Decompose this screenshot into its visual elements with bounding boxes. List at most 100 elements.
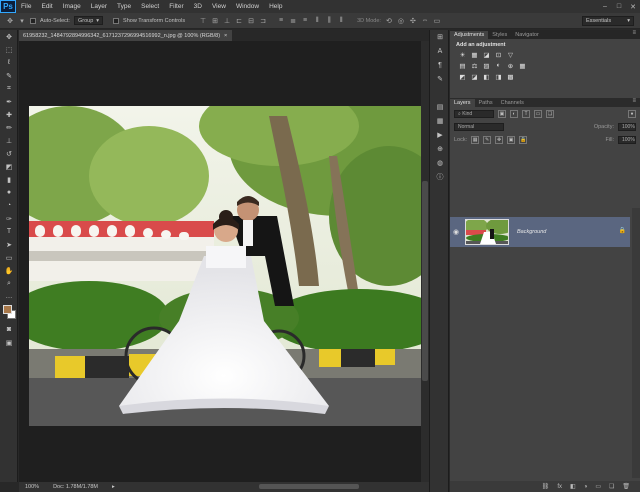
- distribute-top-icon[interactable]: ≡: [277, 17, 285, 25]
- 3d-roll-icon[interactable]: ◎: [397, 17, 405, 25]
- close-tab-icon[interactable]: ×: [224, 33, 227, 39]
- status-menu-arrow-icon[interactable]: ▸: [112, 484, 115, 490]
- lock-transparent-icon[interactable]: ▦: [471, 135, 480, 144]
- properties-panel-icon[interactable]: ▦: [430, 114, 450, 128]
- menu-window[interactable]: Window: [231, 3, 264, 10]
- tab-styles[interactable]: Styles: [488, 31, 511, 39]
- distribute-middle-icon[interactable]: ≣: [289, 17, 297, 25]
- menu-view[interactable]: View: [207, 3, 231, 10]
- new-group-icon[interactable]: ▭: [595, 483, 601, 490]
- align-top-icon[interactable]: ⊤: [199, 17, 207, 25]
- 3d-slide-icon[interactable]: ⇔: [421, 17, 429, 25]
- selective-color-icon[interactable]: ◨: [495, 73, 502, 81]
- distribute-right-icon[interactable]: ⫴: [337, 17, 345, 25]
- align-middle-icon[interactable]: ⊞: [211, 17, 219, 25]
- panel-menu-icon[interactable]: ≡: [632, 30, 636, 36]
- adjustment-layer-icon[interactable]: ◑: [584, 484, 588, 490]
- distribute-bottom-icon[interactable]: ≡: [301, 17, 309, 25]
- close-window-button[interactable]: ✕: [626, 0, 640, 13]
- 3d-drag-icon[interactable]: ✣: [409, 17, 417, 25]
- filter-type-icon[interactable]: T: [522, 109, 530, 118]
- tool-presets-icon[interactable]: ▤: [430, 100, 450, 114]
- move-tool-icon[interactable]: ✥: [0, 30, 18, 43]
- 3d-scale-icon[interactable]: ▭: [433, 17, 441, 25]
- menu-type[interactable]: Type: [112, 3, 136, 10]
- foreground-color-swatch[interactable]: [3, 305, 12, 314]
- auto-select-target-select[interactable]: Group ▾: [73, 16, 104, 25]
- dodge-tool-icon[interactable]: ◔: [0, 199, 18, 212]
- menu-layer[interactable]: Layer: [86, 3, 112, 10]
- type-tool-icon[interactable]: T: [0, 225, 18, 238]
- auto-select-checkbox[interactable]: [30, 17, 36, 24]
- zoom-level[interactable]: 100%: [25, 484, 39, 490]
- color-lookup-icon[interactable]: ▦: [519, 62, 526, 70]
- document-tab[interactable]: 61958232_1484792894996342_61712372969945…: [19, 30, 232, 41]
- lock-position-icon[interactable]: ✥: [495, 135, 504, 144]
- crop-tool-icon[interactable]: ⌗: [0, 82, 18, 95]
- vertical-scroll-thumb[interactable]: [422, 181, 428, 381]
- blend-mode-select[interactable]: Normal: [454, 122, 504, 131]
- align-center-icon[interactable]: ⊟: [247, 17, 255, 25]
- layers-scrollbar[interactable]: [632, 208, 640, 478]
- history-panel-icon[interactable]: ⊞: [430, 30, 450, 44]
- menu-image[interactable]: Image: [58, 3, 86, 10]
- invert-icon[interactable]: ◩: [459, 73, 466, 81]
- path-selection-tool-icon[interactable]: ➤: [0, 238, 18, 251]
- quick-mask-icon[interactable]: ◙: [0, 323, 18, 336]
- tab-navigator[interactable]: Navigator: [511, 31, 543, 39]
- threshold-icon[interactable]: ◧: [483, 73, 490, 81]
- vertical-scrollbar[interactable]: [421, 41, 429, 482]
- minimize-button[interactable]: –: [598, 0, 612, 13]
- maximize-button[interactable]: □: [612, 0, 626, 13]
- link-layers-icon[interactable]: ⛓: [542, 483, 550, 490]
- lock-image-icon[interactable]: ✎: [483, 135, 492, 144]
- menu-edit[interactable]: Edit: [36, 3, 57, 10]
- horizontal-scroll-thumb[interactable]: [259, 484, 359, 489]
- curves-icon[interactable]: ◪: [483, 51, 490, 59]
- layers-panel-menu-icon[interactable]: ≡: [632, 98, 636, 104]
- color-swatches[interactable]: [0, 303, 18, 323]
- distribute-left-icon[interactable]: ⫴: [313, 17, 321, 25]
- tab-paths[interactable]: Paths: [475, 99, 497, 107]
- hand-tool-icon[interactable]: ✋: [0, 264, 18, 277]
- actions-panel-icon[interactable]: ▶: [430, 128, 450, 142]
- eye-icon[interactable]: ◉: [450, 228, 462, 236]
- posterize-icon[interactable]: ◪: [471, 73, 478, 81]
- more-tools-icon[interactable]: …: [0, 290, 18, 303]
- gradient-tool-icon[interactable]: ▮: [0, 173, 18, 186]
- menu-help[interactable]: Help: [264, 3, 287, 10]
- align-bottom-icon[interactable]: ⊥: [223, 17, 231, 25]
- opacity-input[interactable]: 100%: [618, 122, 636, 131]
- info-panel-icon[interactable]: ⓘ: [430, 170, 450, 184]
- move-tool-icon[interactable]: ✥: [6, 17, 14, 25]
- distribute-center-icon[interactable]: ⫼: [325, 17, 333, 25]
- zoom-tool-icon[interactable]: ⌕: [0, 277, 18, 290]
- lock-artboard-icon[interactable]: ▣: [507, 135, 516, 144]
- marquee-tool-icon[interactable]: ⬚: [0, 43, 18, 56]
- align-right-icon[interactable]: ⊐: [259, 17, 267, 25]
- tab-channels[interactable]: Channels: [497, 99, 528, 107]
- menu-file[interactable]: File: [16, 3, 36, 10]
- brush-tool-icon[interactable]: ✏: [0, 121, 18, 134]
- healing-brush-tool-icon[interactable]: ✚: [0, 108, 18, 121]
- filter-adjustment-icon[interactable]: ◐: [510, 109, 518, 118]
- pen-tool-icon[interactable]: ✑: [0, 212, 18, 225]
- menu-filter[interactable]: Filter: [164, 3, 188, 10]
- clone-source-icon[interactable]: ⊕: [430, 142, 450, 156]
- lasso-tool-icon[interactable]: ℓ: [0, 56, 18, 69]
- layer-style-icon[interactable]: fx: [557, 484, 562, 490]
- channel-mixer-icon[interactable]: ⊕: [507, 62, 514, 70]
- fill-input[interactable]: 100%: [618, 135, 636, 144]
- brush-panel-icon[interactable]: ✎: [430, 72, 450, 86]
- eyedropper-tool-icon[interactable]: ✒: [0, 95, 18, 108]
- eraser-tool-icon[interactable]: ◩: [0, 160, 18, 173]
- black-white-icon[interactable]: ▨: [483, 62, 490, 70]
- show-transform-checkbox[interactable]: [113, 17, 120, 24]
- character-panel-icon[interactable]: A: [430, 44, 450, 58]
- lock-all-icon[interactable]: 🔒: [519, 135, 528, 144]
- canvas-image[interactable]: [29, 106, 421, 426]
- hue-saturation-icon[interactable]: ▤: [459, 62, 466, 70]
- swatches-panel-icon[interactable]: ◍: [430, 156, 450, 170]
- vibrance-icon[interactable]: ▽: [507, 51, 514, 59]
- menu-select[interactable]: Select: [136, 3, 164, 10]
